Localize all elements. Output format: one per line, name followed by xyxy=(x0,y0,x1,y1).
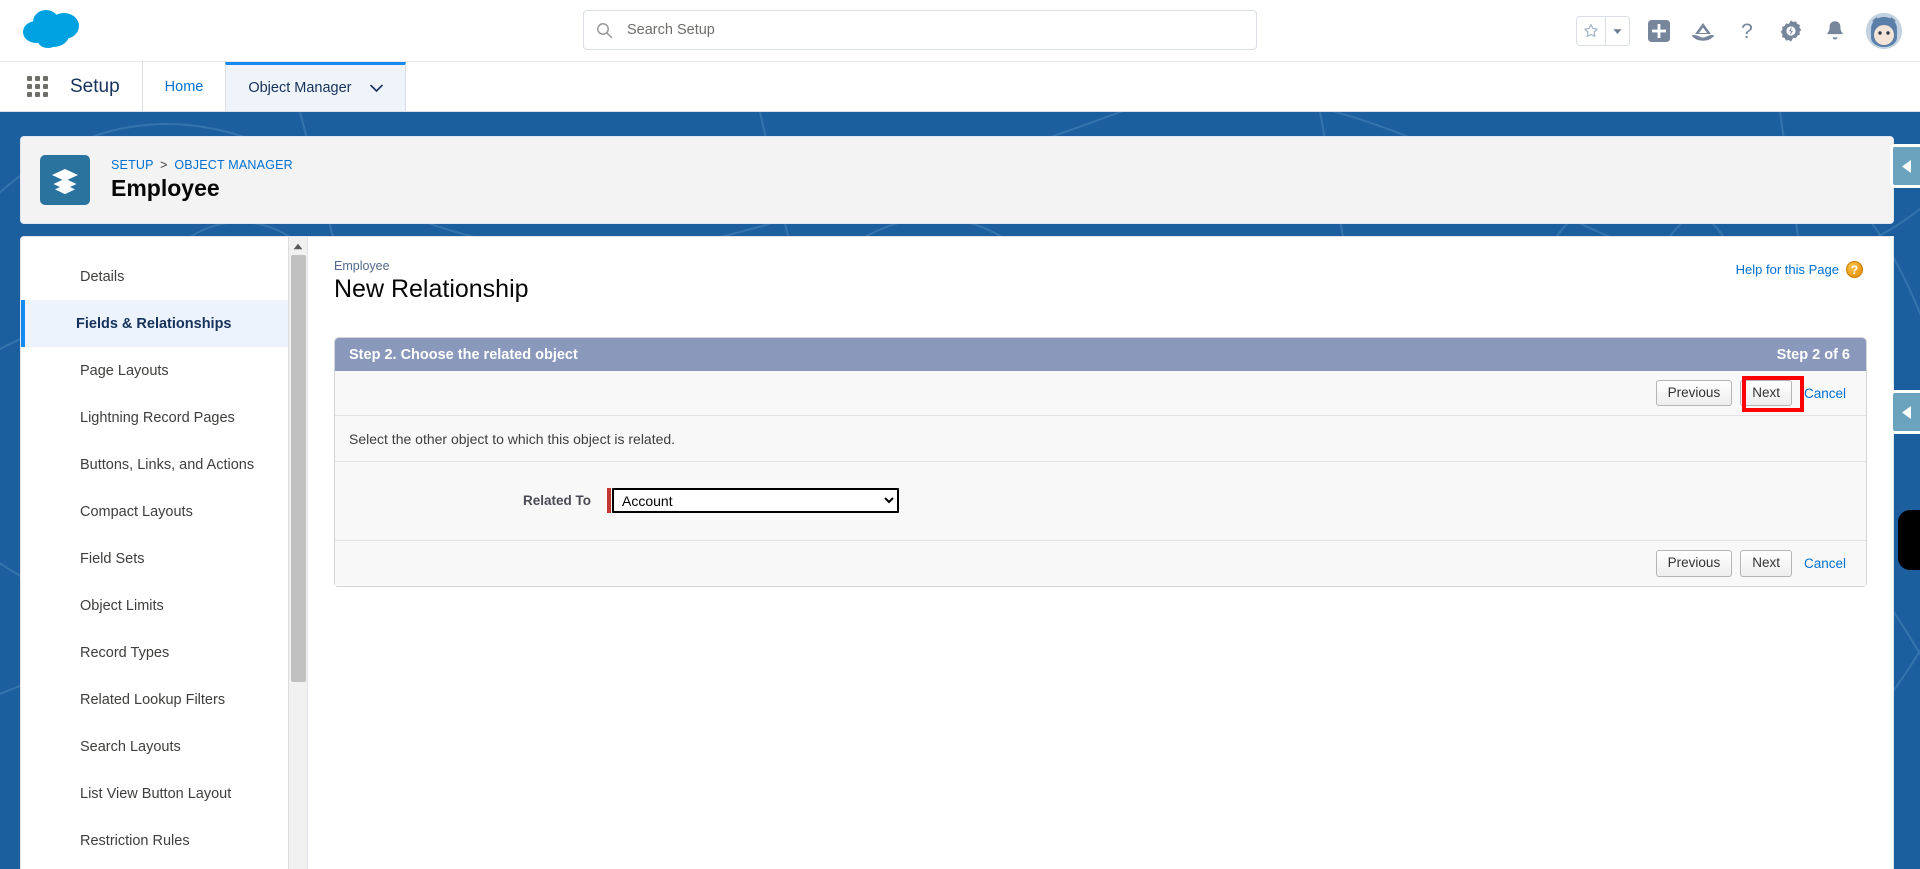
sidebar-scroll-thumb[interactable] xyxy=(291,255,306,682)
help-question-icon[interactable]: ? xyxy=(1732,16,1762,46)
tab-object-manager[interactable]: Object Manager xyxy=(225,62,406,111)
help-for-this-page-link[interactable]: Help for this Page ? xyxy=(1736,261,1863,278)
sidebar-item-list: Details Fields & Relationships Page Layo… xyxy=(21,237,307,864)
sidebar-item-field-sets[interactable]: Field Sets xyxy=(21,535,307,582)
global-header: ? xyxy=(0,0,1920,62)
sidebar-item-fields-relationships[interactable]: Fields & Relationships xyxy=(21,300,307,347)
sidebar-item-label: Buttons, Links, and Actions xyxy=(80,456,255,473)
breadcrumb-separator: > xyxy=(160,158,168,172)
sidebar-item-list-view-button-layout[interactable]: List View Button Layout xyxy=(21,770,307,817)
wizard-button-row-top: Previous Next Cancel xyxy=(335,371,1866,416)
sidebar-item-label: Related Lookup Filters xyxy=(80,691,226,708)
sidebar-item-buttons-links-actions[interactable]: Buttons, Links, and Actions xyxy=(21,441,307,488)
object-stack-icon xyxy=(40,155,90,205)
tab-object-manager-label: Object Manager xyxy=(248,80,352,96)
chevron-down-icon[interactable] xyxy=(369,84,383,93)
help-question-badge-icon[interactable]: ? xyxy=(1846,261,1863,278)
wizard-button-row-bottom: Previous Next Cancel xyxy=(335,541,1866,586)
tab-home[interactable]: Home xyxy=(143,62,226,111)
search-input[interactable] xyxy=(625,21,1244,39)
sidebar-item-label: Record Types xyxy=(80,644,170,661)
setup-tabs: Home Object Manager xyxy=(143,62,406,111)
setup-navigation-bar: Setup Home Object Manager xyxy=(0,62,1920,112)
related-to-label: Related To xyxy=(522,493,591,508)
scroll-up-arrow-icon[interactable] xyxy=(289,237,307,255)
sidebar-item-label: Fields & Relationships xyxy=(76,315,232,332)
app-launcher-waffle-icon[interactable] xyxy=(20,62,54,111)
header-icon-group: ? xyxy=(1576,0,1902,62)
sidebar-item-related-lookup-filters[interactable]: Related Lookup Filters xyxy=(21,676,307,723)
help-link-label: Help for this Page xyxy=(1735,262,1839,277)
setup-title: Setup xyxy=(54,62,143,111)
breadcrumb-object-manager[interactable]: OBJECT MANAGER xyxy=(174,158,293,172)
setup-gear-icon[interactable] xyxy=(1776,16,1806,46)
cancel-link-bottom[interactable]: Cancel xyxy=(1800,556,1850,571)
wizard-step-title: Step 2. Choose the related object xyxy=(349,346,578,363)
favorites-group[interactable] xyxy=(1576,16,1630,46)
previous-button-bottom[interactable]: Previous xyxy=(1655,550,1733,577)
tab-home-label: Home xyxy=(164,78,204,95)
search-icon xyxy=(596,22,613,39)
sidebar-item-details[interactable]: Details xyxy=(21,253,307,300)
sidebar-item-label: Restriction Rules xyxy=(80,832,190,849)
object-header-text: SETUP > OBJECT MANAGER Employee xyxy=(111,158,293,202)
collapse-panel-arrow-icon xyxy=(1902,405,1911,419)
main-content-panel: Employee New Relationship Help for this … xyxy=(308,236,1894,869)
sidebar-item-record-types[interactable]: Record Types xyxy=(21,629,307,676)
next-button-top[interactable]: Next xyxy=(1740,379,1792,407)
breadcrumb: SETUP > OBJECT MANAGER xyxy=(111,158,293,172)
sidebar-item-lightning-record-pages[interactable]: Lightning Record Pages xyxy=(21,394,307,441)
sidebar-item-label: Object Limits xyxy=(80,597,164,614)
sidebar-item-label: Compact Layouts xyxy=(80,503,193,520)
page-title: Employee xyxy=(111,175,220,201)
sidebar-item-label: Search Layouts xyxy=(80,738,181,755)
edge-overlay-element xyxy=(1898,510,1920,570)
sidebar-item-label: Details xyxy=(80,268,125,285)
global-actions-plus-icon[interactable] xyxy=(1644,16,1674,46)
content-page-heading: New Relationship xyxy=(334,275,529,303)
cancel-link-top[interactable]: Cancel xyxy=(1800,386,1850,401)
svg-text:?: ? xyxy=(1741,20,1753,43)
sidebar-item-label: Field Sets xyxy=(80,550,145,567)
sidebar-item-restriction-rules[interactable]: Restriction Rules xyxy=(21,817,307,864)
sidebar-scrollbar[interactable] xyxy=(288,237,307,869)
wizard-step-header: Step 2. Choose the related object Step 2… xyxy=(335,338,1866,371)
collapse-panel-tab-bottom[interactable] xyxy=(1890,390,1920,434)
related-to-select[interactable]: Account xyxy=(612,488,899,513)
app-body: SETUP > OBJECT MANAGER Employee Details … xyxy=(0,112,1920,869)
sidebar-item-label: Page Layouts xyxy=(80,362,169,379)
sidebar-item-search-layouts[interactable]: Search Layouts xyxy=(21,723,307,770)
previous-button-top[interactable]: Previous xyxy=(1655,379,1733,407)
sidebar-item-page-layouts[interactable]: Page Layouts xyxy=(21,347,307,394)
wizard-instruction-text: Select the other object to which this ob… xyxy=(335,416,1866,462)
next-button-bottom[interactable]: Next xyxy=(1740,550,1792,577)
trailhead-icon[interactable] xyxy=(1688,16,1718,46)
sidebar-item-label: Lightning Record Pages xyxy=(80,409,235,426)
sidebar-item-compact-layouts[interactable]: Compact Layouts xyxy=(21,488,307,535)
sidebar-item-object-limits[interactable]: Object Limits xyxy=(21,582,307,629)
content-context-label: Employee xyxy=(334,259,390,273)
global-search-box[interactable] xyxy=(583,10,1257,50)
related-to-field-row: Related To Account xyxy=(335,462,1866,541)
object-header-card: SETUP > OBJECT MANAGER Employee xyxy=(20,136,1894,224)
notifications-bell-icon[interactable] xyxy=(1820,16,1850,46)
breadcrumb-setup[interactable]: SETUP xyxy=(111,158,153,172)
object-sidebar: Details Fields & Relationships Page Layo… xyxy=(20,236,308,869)
favorites-star-icon[interactable] xyxy=(1577,17,1605,45)
wizard-container: Step 2. Choose the related object Step 2… xyxy=(334,337,1867,587)
required-field-indicator xyxy=(607,488,611,513)
collapse-panel-tab-top[interactable] xyxy=(1890,144,1920,188)
salesforce-cloud-logo[interactable] xyxy=(20,6,88,54)
user-avatar[interactable] xyxy=(1866,13,1902,49)
sidebar-item-label: List View Button Layout xyxy=(80,785,232,802)
related-to-select-wrap: Account xyxy=(607,488,899,513)
wizard-step-counter: Step 2 of 6 xyxy=(1776,346,1850,363)
favorites-dropdown-icon[interactable] xyxy=(1605,17,1629,45)
collapse-panel-arrow-icon xyxy=(1902,159,1911,173)
